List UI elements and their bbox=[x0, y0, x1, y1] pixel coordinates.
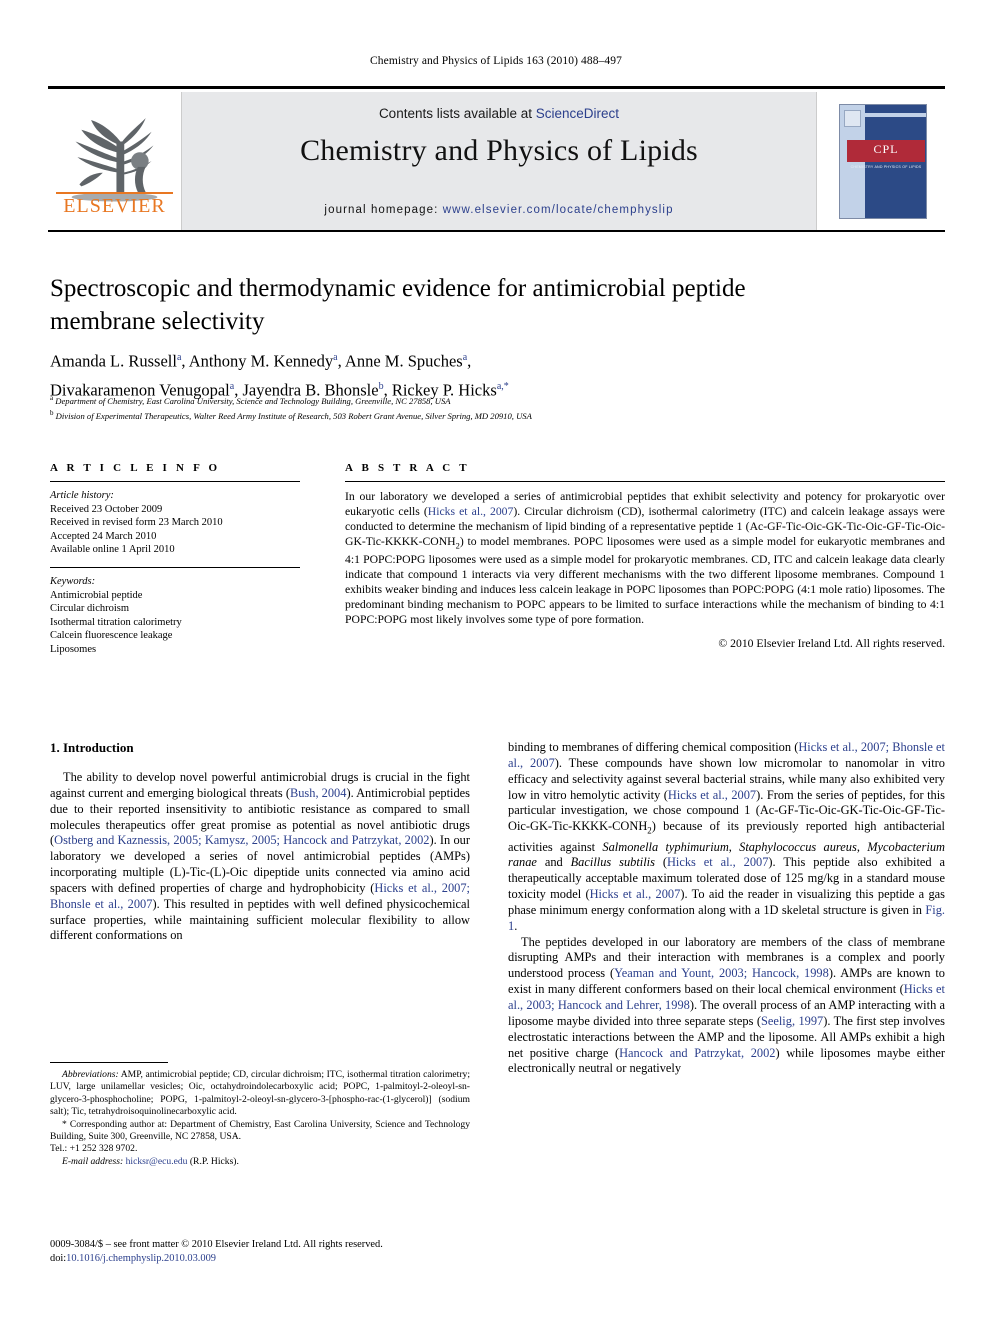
email-link[interactable]: hicksr@ecu.edu bbox=[126, 1156, 188, 1167]
species-bacillus-subtilis: Bacillus subtilis bbox=[570, 855, 655, 870]
citation-hicks-2007[interactable]: Hicks et al., 2007 bbox=[667, 855, 768, 869]
right-p1-f: , bbox=[856, 839, 868, 854]
sciencedirect-link[interactable]: ScienceDirect bbox=[536, 106, 619, 121]
article-info-heading: A R T I C L E I N F O bbox=[50, 462, 221, 474]
email-suffix: (R.P. Hicks). bbox=[187, 1155, 239, 1167]
affil-marker-a-star: a,* bbox=[496, 380, 509, 392]
footnote-email: E-mail address: hicksr@ecu.edu (R.P. Hic… bbox=[50, 1156, 470, 1168]
citation-ostberg-kamysz-hancock[interactable]: Ostberg and Kaznessis, 2005; Kamysz, 200… bbox=[54, 833, 429, 847]
citation-yeaman-hancock[interactable]: Yeaman and Yount, 2003; Hancock, 1998 bbox=[614, 966, 829, 980]
history-item: Available online 1 April 2010 bbox=[50, 544, 175, 556]
article-history-block: Article history: Received 23 October 200… bbox=[50, 482, 300, 557]
citation-bush-2004[interactable]: Bush, 2004 bbox=[290, 786, 346, 800]
citation-hicks-2007[interactable]: Hicks et al., 2007 bbox=[590, 887, 681, 901]
cover-subtitle: CHEMISTRY AND PHYSICS OF LIPIDS bbox=[850, 165, 922, 169]
citation-hicks-2007[interactable]: Hicks et al., 2007 bbox=[668, 788, 756, 802]
keyword-item: Antimicrobial peptide bbox=[50, 589, 143, 601]
abstract-text: In our laboratory we developed a series … bbox=[345, 482, 945, 627]
keyword-item: Liposomes bbox=[50, 643, 97, 655]
species-staphylococcus-aureus: Staphylococcus aureus bbox=[739, 839, 857, 854]
history-item: Accepted 24 March 2010 bbox=[50, 530, 157, 542]
author-amanda-russell: Amanda L. Russell bbox=[50, 351, 177, 371]
right-p1-h: ( bbox=[654, 855, 667, 870]
article-history-label: Article history: bbox=[50, 490, 114, 501]
abstract-copyright: © 2010 Elsevier Ireland Ltd. All rights … bbox=[718, 637, 945, 651]
right-p1-e: , bbox=[728, 839, 740, 854]
footnotes-block: Abbreviations: AMP, antimicrobial peptid… bbox=[50, 1062, 470, 1168]
contents-prefix: Contents lists available at bbox=[378, 106, 536, 121]
intro-paragraph-right-2: The peptides developed in our laboratory… bbox=[508, 935, 945, 1078]
journal-cover-cell: CPL CHEMISTRY AND PHYSICS OF LIPIDS bbox=[816, 92, 945, 230]
homepage-label: journal homepage: bbox=[324, 204, 439, 216]
affiliation-b: b Division of Experimental Therapeutics,… bbox=[50, 407, 930, 422]
publisher-logo-cell: ELSEVIER bbox=[48, 92, 182, 230]
journal-masthead: ELSEVIER Contents lists available at Sci… bbox=[48, 86, 945, 232]
affil-label-a: a bbox=[50, 394, 54, 402]
history-item: Received 23 October 2009 bbox=[50, 503, 163, 515]
intro-paragraph-right-1: binding to membranes of differing chemic… bbox=[508, 740, 945, 935]
homepage-url-link[interactable]: www.elsevier.com/locate/chemphyslip bbox=[443, 204, 674, 216]
abstract-heading: A B S T R A C T bbox=[345, 462, 470, 474]
section-heading-introduction: 1. Introduction bbox=[50, 740, 134, 755]
affiliation-b-text: Division of Experimental Therapeutics, W… bbox=[55, 411, 532, 422]
right-p1-k: . bbox=[514, 918, 518, 933]
article-title: Spectroscopic and thermodynamic evidence… bbox=[50, 275, 746, 335]
cover-image-placeholder bbox=[844, 110, 861, 127]
running-head: Chemistry and Physics of Lipids 163 (201… bbox=[370, 55, 622, 67]
doi-line: doi:10.1016/j.chemphyslip.2010.03.009 bbox=[50, 1252, 480, 1266]
author-anthony-kennedy: , Anthony M. Kennedy bbox=[181, 351, 334, 371]
footnote-telephone: Tel.: +1 252 328 9702. bbox=[50, 1143, 138, 1155]
journal-cover-thumbnail[interactable]: CPL CHEMISTRY AND PHYSICS OF LIPIDS bbox=[839, 104, 927, 219]
abbreviations-label: Abbreviations: bbox=[62, 1069, 119, 1080]
article-info-column: A R T I C L E I N F O Article history: R… bbox=[50, 462, 300, 657]
cover-top-bar bbox=[865, 113, 926, 117]
body-column-left: 1. Introduction The ability to develop n… bbox=[50, 740, 470, 944]
affiliations: a Department of Chemistry, East Carolina… bbox=[50, 392, 930, 423]
issn-front-matter: 0009-3084/$ – see front matter © 2010 El… bbox=[50, 1239, 383, 1250]
abstract-part-3: ) to model membranes. POPC liposomes wer… bbox=[345, 534, 945, 626]
right-p1-a: binding to membranes of differing chemic… bbox=[508, 740, 799, 754]
cover-acronym: CPL bbox=[873, 142, 899, 156]
doi-link[interactable]: 10.1016/j.chemphyslip.2010.03.009 bbox=[66, 1253, 216, 1264]
affiliation-a-text: Department of Chemistry, East Carolina U… bbox=[55, 395, 451, 406]
contents-available-line: Contents lists available at ScienceDirec… bbox=[182, 106, 816, 121]
footnote-corresponding-author: * Corresponding author at: Department of… bbox=[50, 1118, 470, 1143]
affiliation-a: a Department of Chemistry, East Carolina… bbox=[50, 392, 930, 407]
affil-label-b: b bbox=[50, 409, 54, 418]
masthead-center: Contents lists available at ScienceDirec… bbox=[182, 92, 816, 230]
journal-homepage-line: journal homepage: www.elsevier.com/locat… bbox=[182, 204, 816, 216]
footnote-abbreviations: Abbreviations: AMP, antimicrobial peptid… bbox=[50, 1069, 470, 1119]
doi-label: doi: bbox=[50, 1253, 67, 1264]
abstract-citation-hicks[interactable]: Hicks et al., 2007 bbox=[428, 505, 514, 518]
keywords-label: Keywords: bbox=[50, 575, 96, 587]
article-page: Chemistry and Physics of Lipids 163 (201… bbox=[0, 0, 992, 1323]
imprint-block: 0009-3084/$ – see front matter © 2010 El… bbox=[50, 1238, 480, 1266]
citation-seelig-1997[interactable]: Seelig, 1997 bbox=[761, 1014, 823, 1028]
history-item: Received in revised form 23 March 2010 bbox=[50, 517, 223, 529]
affil-marker-a: a bbox=[462, 352, 468, 363]
email-address-label: E-mail address: bbox=[62, 1155, 124, 1167]
keywords-block: Keywords: Antimicrobial peptide Circular… bbox=[50, 568, 300, 657]
footnote-rule bbox=[50, 1062, 168, 1063]
elsevier-wordmark: ELSEVIER bbox=[56, 192, 173, 218]
citation-hancock-patrzykat-2002[interactable]: Hancock and Patrzykat, 2002 bbox=[619, 1046, 775, 1060]
journal-title: Chemistry and Physics of Lipids bbox=[300, 134, 698, 167]
keyword-item: Circular dichroism bbox=[50, 603, 130, 615]
species-salmonella-typhimurium: Salmonella typhimurium bbox=[602, 839, 729, 854]
keyword-item: Isothermal titration calorimetry bbox=[50, 616, 182, 628]
intro-paragraph-left: The ability to develop novel powerful an… bbox=[50, 770, 470, 944]
keyword-item: Calcein fluorescence leakage bbox=[50, 630, 173, 642]
abstract-column: A B S T R A C T In our laboratory we dev… bbox=[345, 462, 945, 650]
right-p1-g: and bbox=[536, 855, 571, 870]
body-column-right: binding to membranes of differing chemic… bbox=[508, 740, 945, 1077]
cover-title-band: CPL bbox=[847, 140, 925, 162]
author-anne-spuches: , Anne M. Spuches bbox=[337, 351, 463, 371]
